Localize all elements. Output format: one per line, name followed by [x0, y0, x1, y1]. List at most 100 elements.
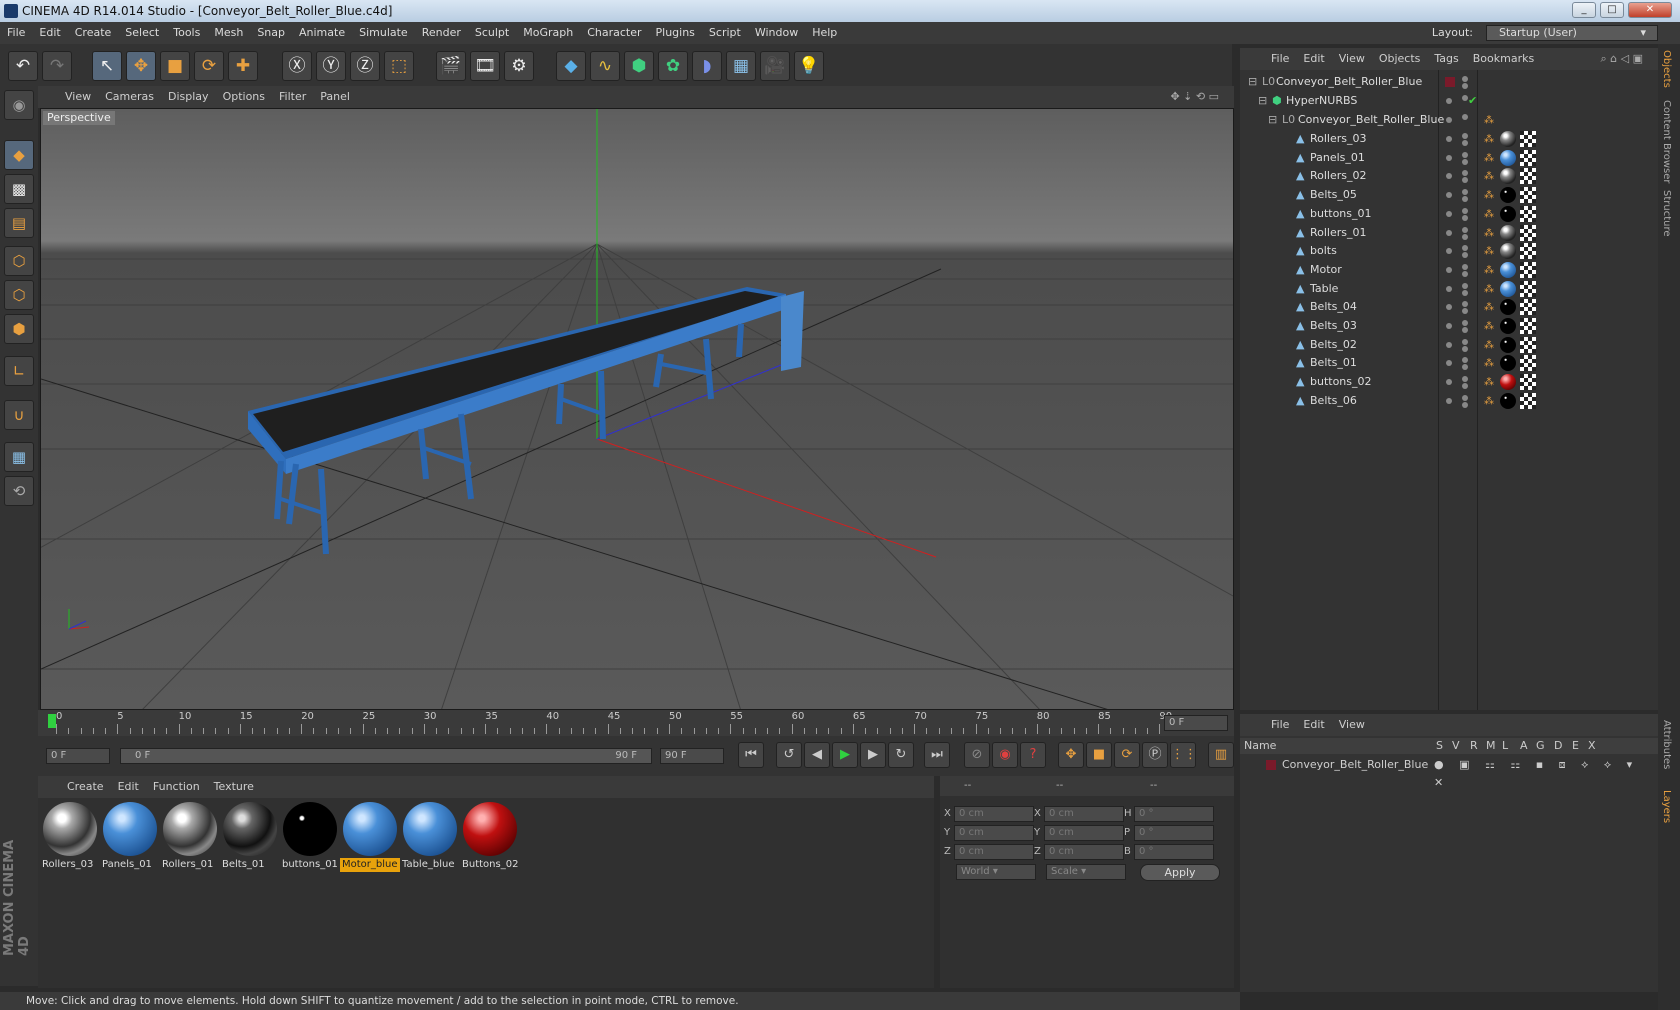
material-menu-function[interactable]: Function [146, 776, 207, 798]
next-key-icon[interactable]: ↻ [888, 742, 914, 768]
size-mode-dropdown[interactable]: Scale ▾ [1046, 864, 1126, 880]
uvw-tag-icon[interactable] [1520, 280, 1536, 297]
layers-menu-view[interactable]: View [1332, 714, 1372, 736]
phong-tag-icon[interactable]: ⁂ [1484, 228, 1494, 239]
coord-value-field[interactable]: 0 cm [954, 825, 1034, 841]
snapping-magnet-icon[interactable]: ∪ [4, 400, 34, 430]
render-visibility-dot[interactable] [1462, 383, 1468, 390]
object-row[interactable]: ▲ Belts_04 ⁂ [1240, 297, 1658, 317]
object-row-group[interactable]: ⊟ L0 Conveyor_Belt_Roller_Blue ⁂ [1240, 110, 1658, 130]
edges-mode-icon[interactable]: ⬡ [4, 280, 34, 310]
uvw-tag-icon[interactable] [1520, 205, 1536, 222]
viewport-menu-view[interactable]: View [58, 86, 98, 108]
render-visibility-dot[interactable] [1462, 263, 1468, 270]
layers-menu-file[interactable]: File [1264, 714, 1296, 736]
render-visibility-dot[interactable] [1462, 401, 1468, 408]
render-visibility-dot[interactable] [1462, 376, 1468, 383]
render-visibility-dot[interactable] [1462, 338, 1468, 345]
live-selection-icon[interactable]: ↖ [92, 51, 122, 81]
recent-tools-icon[interactable]: ✚ [228, 51, 258, 81]
move-tool-icon[interactable]: ✥ [126, 51, 156, 81]
render-visibility-dot[interactable] [1462, 394, 1468, 401]
editor-visibility-dot[interactable] [1446, 229, 1452, 236]
light-icon[interactable]: 💡 [794, 51, 824, 81]
menu-plugins[interactable]: Plugins [649, 22, 702, 44]
phong-tag-icon[interactable]: ⁂ [1484, 378, 1494, 388]
objects-menu-objects[interactable]: Objects [1372, 48, 1428, 70]
uvw-tag-icon[interactable] [1520, 187, 1536, 204]
tab-objects[interactable]: Objects [1661, 50, 1672, 88]
menu-tools[interactable]: Tools [166, 22, 207, 44]
viewport-menu-cameras[interactable]: Cameras [98, 86, 161, 108]
render-visibility-dot[interactable] [1462, 140, 1468, 146]
render-settings-icon[interactable]: ⚙ [504, 51, 534, 81]
render-visibility-dot[interactable] [1462, 214, 1468, 221]
phong-tag-icon[interactable]: ⁂ [1484, 209, 1494, 220]
object-row-root[interactable]: ⊟ L0 Conveyor_Belt_Roller_Blue [1240, 72, 1658, 92]
layer-column-header[interactable]: G [1536, 738, 1545, 754]
render-visibility-dot[interactable] [1462, 308, 1468, 315]
viewport-menu-panel[interactable]: Panel [313, 86, 357, 108]
keyframe-selection-icon[interactable]: ? [1020, 742, 1046, 768]
uvw-tag-icon[interactable] [1520, 374, 1536, 391]
tree-collapse-icon[interactable]: ⊟ [1258, 91, 1267, 111]
render-visibility-dot[interactable] [1462, 226, 1468, 233]
phong-tag-icon[interactable]: ⁂ [1484, 247, 1494, 257]
editor-visibility-dot[interactable] [1446, 154, 1452, 161]
scale-tool-icon[interactable]: ■ [160, 51, 190, 81]
material-tag-icon[interactable] [1500, 224, 1516, 241]
frame-range-slider[interactable]: 0 F 90 F [120, 748, 652, 764]
uvw-tag-icon[interactable] [1520, 224, 1536, 241]
editor-visibility-dot[interactable] [1446, 266, 1452, 273]
autokey-icon[interactable]: ◉ [992, 742, 1018, 768]
render-visibility-dot[interactable] [1462, 345, 1468, 352]
material-menu-create[interactable]: Create [60, 776, 111, 798]
object-row[interactable]: ▲ Belts_02 ⁂ [1240, 335, 1658, 355]
redo-icon[interactable]: ↷ [42, 51, 72, 81]
render-visibility-dot[interactable] [1462, 196, 1468, 203]
timeline-ruler[interactable]: 051015202530354045505560657075808590 0 F [38, 710, 1234, 736]
editor-visibility-dot[interactable] [1446, 192, 1452, 199]
undo-icon[interactable]: ↶ [8, 51, 38, 81]
objects-menu-edit[interactable]: Edit [1296, 48, 1331, 70]
perspective-viewport[interactable]: Perspective [40, 108, 1234, 710]
menu-character[interactable]: Character [580, 22, 648, 44]
key-position-icon[interactable]: ✥ [1058, 742, 1084, 768]
layer-column-header[interactable]: A [1520, 738, 1528, 754]
object-row[interactable]: ▲ bolts ⁂ [1240, 241, 1658, 261]
render-visibility-dot[interactable] [1462, 327, 1468, 333]
material-swatch[interactable]: Motor_blue [340, 800, 400, 874]
coord-value-field[interactable]: 0 cm [954, 844, 1034, 860]
menu-mograph[interactable]: MoGraph [516, 22, 580, 44]
layout-dropdown[interactable]: Startup (User) ▾ [1486, 25, 1658, 41]
make-editable-icon[interactable]: ◉ [4, 90, 34, 120]
tab-structure[interactable]: Structure [1661, 190, 1672, 237]
object-row[interactable]: ▲ Belts_06 ⁂ [1240, 391, 1658, 411]
z-axis-lock-icon[interactable]: Ⓩ [350, 51, 380, 81]
phong-tag-icon[interactable]: ⁂ [1484, 396, 1494, 407]
layers-menu-edit[interactable]: Edit [1296, 714, 1331, 736]
key-rotation-icon[interactable]: ⟳ [1114, 742, 1140, 768]
object-row[interactable]: ▲ Rollers_03 ⁂ [1240, 129, 1658, 149]
go-to-start-icon[interactable]: ⏮ [738, 742, 764, 768]
phong-tag-icon[interactable]: ⁂ [1484, 153, 1494, 164]
phong-tag-icon[interactable]: ⁂ [1484, 116, 1494, 126]
menu-animate[interactable]: Animate [292, 22, 352, 44]
material-swatch[interactable]: Rollers_03 [40, 800, 100, 874]
phong-tag-icon[interactable]: ⁂ [1484, 265, 1494, 276]
render-visibility-dot[interactable] [1462, 170, 1468, 177]
axis-mode-icon[interactable]: ∟ [4, 356, 34, 386]
editor-visibility-dot[interactable] [1446, 341, 1452, 348]
layer-column-header[interactable]: E [1572, 738, 1579, 754]
material-tag-icon[interactable] [1500, 205, 1516, 222]
layer-column-header[interactable]: Name [1244, 738, 1276, 754]
camera-icon[interactable]: 🎥 [760, 51, 790, 81]
editor-visibility-dot[interactable] [1446, 397, 1452, 404]
menu-window[interactable]: Window [748, 22, 805, 44]
editor-visibility-dot[interactable] [1446, 379, 1452, 386]
tree-collapse-icon[interactable]: ⊟ [1268, 110, 1277, 130]
editor-visibility-dot[interactable] [1446, 173, 1452, 180]
menu-file[interactable]: File [0, 22, 32, 44]
key-scale-icon[interactable]: ■ [1086, 742, 1112, 768]
tab-attributes[interactable]: Attributes [1661, 720, 1672, 769]
